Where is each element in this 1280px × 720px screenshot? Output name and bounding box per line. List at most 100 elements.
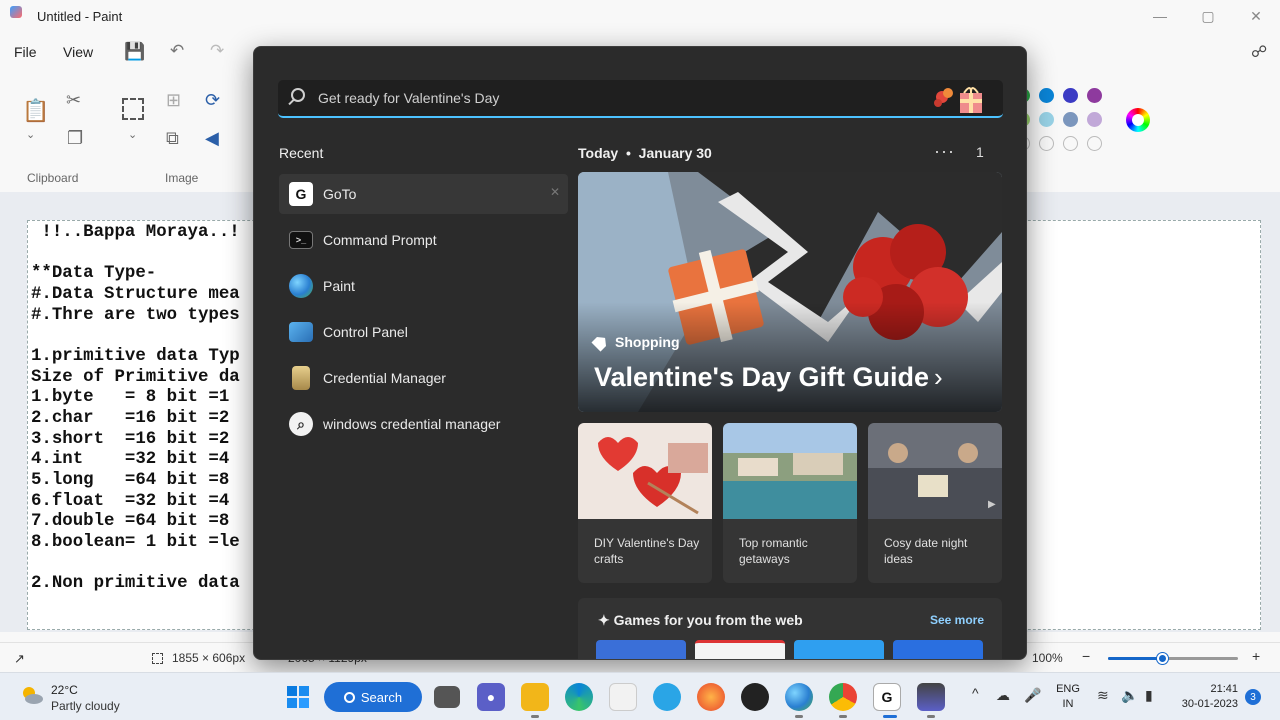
zoom-slider-thumb[interactable] xyxy=(1156,653,1168,664)
copy-icon[interactable]: ❐ xyxy=(67,128,83,149)
selection-icon xyxy=(152,653,163,664)
recent-item-goto[interactable]: G GoTo ✕ xyxy=(279,174,568,214)
flip-icon[interactable]: ◀ xyxy=(205,128,219,149)
chevron-down-icon[interactable]: ⌄ xyxy=(26,128,35,141)
taskbar-search-button[interactable]: Search xyxy=(324,682,422,712)
color-swatch[interactable] xyxy=(1087,112,1102,127)
file-explorer-icon[interactable] xyxy=(521,683,549,711)
hero-tag-label: Shopping xyxy=(615,334,680,350)
close-icon[interactable]: ✕ xyxy=(550,185,560,199)
share-icon[interactable]: ☍ xyxy=(1251,42,1267,62)
menu-bar: File View 💾 ↶ ↷ xyxy=(0,36,260,68)
zoom-out-icon[interactable]: − xyxy=(1082,648,1090,664)
rotate-icon[interactable]: ⟳ xyxy=(205,90,220,111)
cut-icon[interactable]: ✂ xyxy=(66,90,81,111)
game-thumbnail[interactable] xyxy=(695,640,785,659)
windows-start-icon[interactable] xyxy=(284,683,312,711)
battery-icon[interactable]: ▮ xyxy=(1145,687,1153,704)
zoom-in-icon[interactable]: + xyxy=(1252,648,1260,664)
hero-card[interactable]: Shopping Valentine's Day Gift Guide › xyxy=(578,172,1002,412)
skype-icon[interactable] xyxy=(653,683,681,711)
undo-icon[interactable]: ↶ xyxy=(170,41,184,61)
weather-description[interactable]: Partly cloudy xyxy=(51,699,120,713)
card-title: Top romantic getaways xyxy=(739,536,808,566)
language-region[interactable]: IN xyxy=(1052,698,1084,710)
game-thumbnail[interactable] xyxy=(596,640,686,659)
edit-colors-icon[interactable] xyxy=(1126,108,1150,132)
recent-item-label: windows credential manager xyxy=(323,416,501,432)
count-badge[interactable]: 1 xyxy=(976,144,984,160)
color-swatch[interactable] xyxy=(1063,112,1078,127)
empty-swatch[interactable] xyxy=(1063,136,1078,151)
recent-item-web-search[interactable]: ⌕ windows credential manager xyxy=(279,404,568,444)
edge-icon[interactable] xyxy=(565,683,593,711)
recent-item-command-prompt[interactable]: >_ Command Prompt xyxy=(279,220,568,260)
menu-view[interactable]: View xyxy=(63,44,93,60)
search-flyout: Recent G GoTo ✕ >_ Command Prompt Paint … xyxy=(253,46,1027,660)
goto-taskbar-icon[interactable]: G xyxy=(873,683,901,711)
pointer-icon: ↗ xyxy=(14,651,25,666)
recent-item-credential-manager[interactable]: Credential Manager xyxy=(279,358,568,398)
app-taskbar-icon[interactable] xyxy=(917,683,945,711)
paint-app-icon xyxy=(10,6,22,18)
close-button[interactable]: ✕ xyxy=(1232,0,1280,32)
recent-item-paint[interactable]: Paint xyxy=(279,266,568,306)
game-thumbnail[interactable] xyxy=(893,640,983,659)
today-date: January 30 xyxy=(638,145,712,161)
color-swatch[interactable] xyxy=(1039,88,1054,103)
weather-temperature[interactable]: 22°C xyxy=(51,683,78,697)
color-swatch[interactable] xyxy=(1087,88,1102,103)
zoom-slider[interactable] xyxy=(1108,653,1238,664)
redo-icon[interactable]: ↷ xyxy=(210,41,224,61)
games-section: ✦ Games for you from the web See more xyxy=(578,598,1002,659)
zoom-slider-fill xyxy=(1108,657,1163,660)
canvas-text-line xyxy=(31,554,240,575)
chevron-down-icon[interactable]: ⌄ xyxy=(128,128,137,141)
resize-icon[interactable]: ⧉ xyxy=(166,128,179,149)
search-box[interactable] xyxy=(278,80,1003,118)
carousel-next-icon[interactable]: ▶ xyxy=(988,499,996,510)
running-indicator xyxy=(795,715,803,718)
today-label: Today xyxy=(578,145,619,161)
microsoft-store-icon[interactable] xyxy=(609,683,637,711)
chevron-up-icon[interactable]: ^ xyxy=(972,685,979,701)
wifi-icon[interactable]: ≋ xyxy=(1097,687,1109,704)
see-more-link[interactable]: See more xyxy=(930,613,984,627)
obs-icon[interactable] xyxy=(741,683,769,711)
empty-swatch[interactable] xyxy=(1087,136,1102,151)
story-card[interactable]: Top romantic getaways xyxy=(723,423,857,583)
teams-chat-icon[interactable]: ● xyxy=(477,683,505,711)
paint-taskbar-icon[interactable] xyxy=(785,683,813,711)
chrome-icon[interactable] xyxy=(829,683,857,711)
color-swatch[interactable] xyxy=(1063,88,1078,103)
recent-item-label: GoTo xyxy=(323,186,357,202)
clipboard-group-label: Clipboard xyxy=(27,171,79,185)
language-indicator[interactable]: ENG xyxy=(1052,683,1084,695)
more-options-button[interactable]: ··· xyxy=(934,141,955,162)
clock-date[interactable]: 30-01-2023 xyxy=(1172,698,1238,710)
clock-time[interactable]: 21:41 xyxy=(1172,683,1238,695)
recent-item-control-panel[interactable]: Control Panel xyxy=(279,312,568,352)
story-card[interactable]: ▶ Cosy date night ideas xyxy=(868,423,1002,583)
maximize-button[interactable]: ▢ xyxy=(1184,0,1232,32)
empty-swatch[interactable] xyxy=(1039,136,1054,151)
partly-cloudy-icon[interactable] xyxy=(20,685,44,705)
microphone-icon[interactable]: 🎤 xyxy=(1024,687,1041,704)
notification-badge[interactable]: 3 xyxy=(1245,689,1261,705)
firefox-icon[interactable] xyxy=(697,683,725,711)
crop-icon[interactable]: ⊞ xyxy=(166,90,181,111)
canvas-text-line: !!..Bappa Moraya..! xyxy=(31,223,240,242)
game-thumbnail[interactable] xyxy=(794,640,884,659)
volume-icon[interactable]: 🔈 xyxy=(1121,687,1138,704)
paste-icon[interactable]: 📋 xyxy=(22,98,49,124)
color-swatch[interactable] xyxy=(1039,112,1054,127)
story-card[interactable]: DIY Valentine's Day crafts xyxy=(578,423,712,583)
menu-file[interactable]: File xyxy=(14,44,37,60)
save-icon[interactable]: 💾 xyxy=(124,42,145,62)
select-icon[interactable] xyxy=(122,98,144,120)
canvas-text-line: 1.primitive data Typ xyxy=(31,346,240,366)
minimize-button[interactable]: — xyxy=(1136,0,1184,32)
onedrive-icon[interactable]: ☁ xyxy=(996,687,1010,704)
task-view-icon[interactable] xyxy=(434,686,460,708)
search-input[interactable] xyxy=(318,86,918,110)
